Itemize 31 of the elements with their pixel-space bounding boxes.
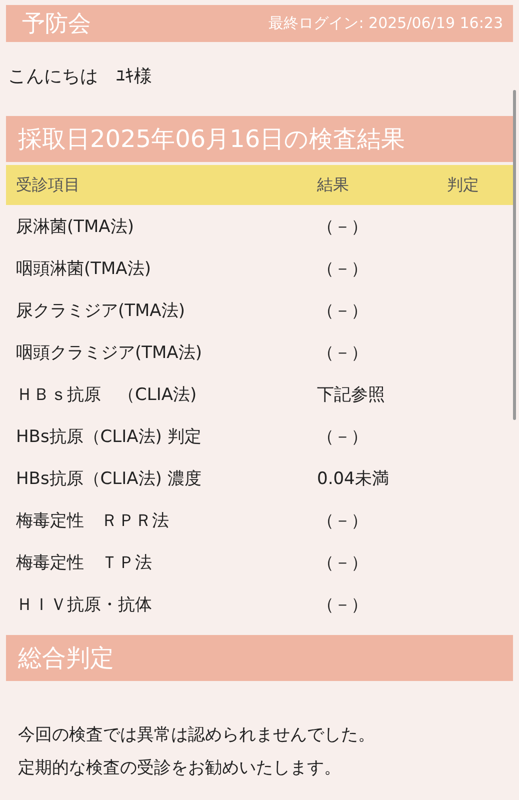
test-result: （－） bbox=[317, 216, 369, 238]
test-result: （－） bbox=[317, 552, 369, 574]
summary-message: 定期的な検査の受診をお勧めいたします。 bbox=[18, 757, 342, 780]
test-result: 下記参照 bbox=[317, 384, 386, 406]
test-item: 梅毒定性 ＴＰ法 bbox=[16, 552, 153, 574]
test-result: （－） bbox=[317, 510, 369, 532]
section-title: 総合判定 bbox=[6, 635, 513, 681]
site-logo: 予防会 bbox=[22, 10, 91, 39]
test-result: 0.04未満 bbox=[317, 468, 390, 490]
test-item: 尿淋菌(TMA法) bbox=[16, 216, 135, 238]
test-item: ＨＩＶ抗原・抗体 bbox=[16, 594, 153, 616]
last-login-text: 最終ログイン: 2025/06/19 16:23 bbox=[268, 14, 503, 33]
column-header: 結果 bbox=[317, 174, 350, 196]
section-title: 採取日2025年06月16日の検査結果 bbox=[6, 116, 513, 162]
test-item: 咽頭淋菌(TMA法) bbox=[16, 258, 152, 280]
test-item: ＨＢｓ抗原 （CLIA法) bbox=[16, 384, 198, 406]
test-result: （－） bbox=[317, 426, 369, 448]
test-result: （－） bbox=[317, 342, 369, 364]
greeting-text: こんにちは ﾕｷ様 bbox=[8, 65, 153, 89]
test-item: 尿クラミジア(TMA法) bbox=[16, 300, 186, 322]
test-item: 梅毒定性 ＲＰＲ法 bbox=[16, 510, 170, 532]
summary-message: 今回の検査では異常は認められませんでした。 bbox=[18, 724, 376, 747]
column-header: 受診項目 bbox=[16, 174, 81, 196]
test-item: HBs抗原（CLIA法) 濃度 bbox=[16, 468, 202, 490]
column-header: 判定 bbox=[447, 174, 480, 196]
test-result: （－） bbox=[317, 300, 369, 322]
test-item: 咽頭クラミジア(TMA法) bbox=[16, 342, 203, 364]
test-item: HBs抗原（CLIA法) 判定 bbox=[16, 426, 202, 448]
test-result: （－） bbox=[317, 594, 369, 616]
scrollbar[interactable] bbox=[513, 90, 516, 420]
test-result: （－） bbox=[317, 258, 369, 280]
